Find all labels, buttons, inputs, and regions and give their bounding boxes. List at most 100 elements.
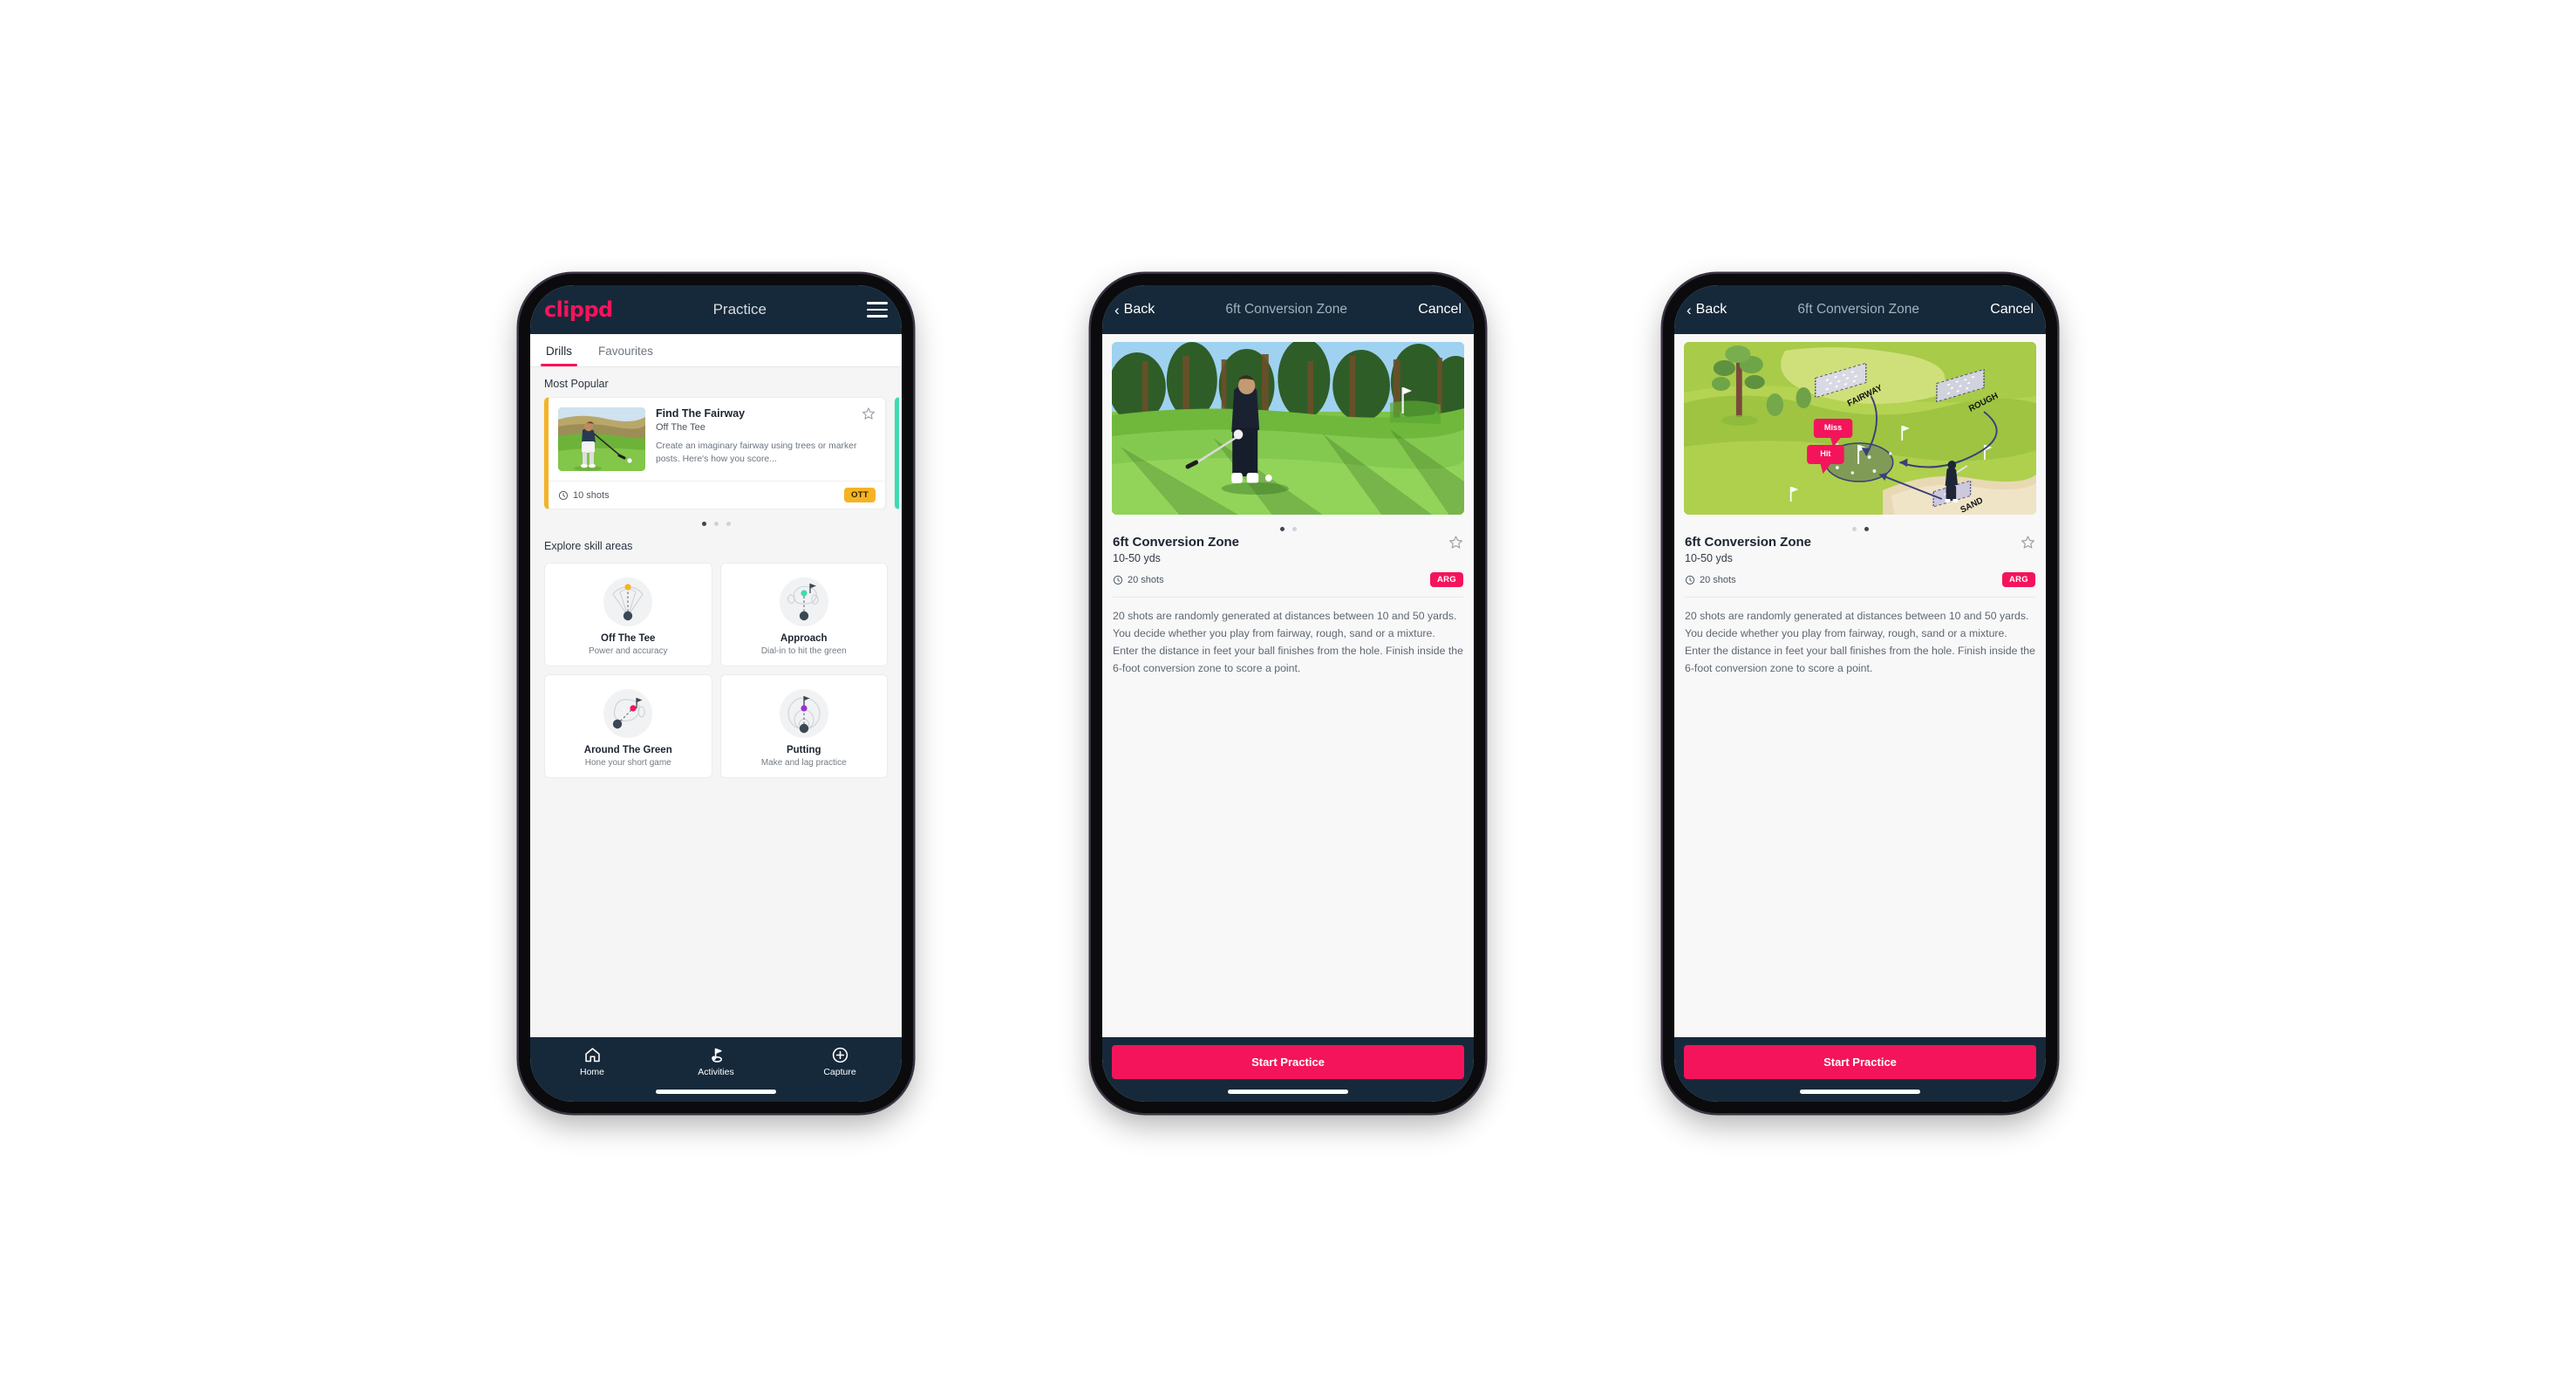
clock-icon <box>558 490 569 500</box>
home-indicator <box>656 1090 776 1094</box>
home-icon <box>584 1048 600 1062</box>
nav-label: Home <box>579 1067 604 1077</box>
most-popular-carousel[interactable]: Find The Fairway Off The Tee Create an i… <box>530 397 902 509</box>
pager-dot-1[interactable] <box>701 522 706 526</box>
hamburger-icon[interactable] <box>867 302 888 318</box>
svg-text:Miss: Miss <box>1824 423 1842 432</box>
skill-badge-ott: OTT <box>844 488 876 502</box>
svg-text:Hit: Hit <box>1820 449 1830 458</box>
skill-badge-arg: ARG <box>2001 572 2035 587</box>
drill-title: 6ft Conversion Zone <box>1113 535 1240 550</box>
phone-1-screen: clippd Practice Drills Favourites Most P… <box>530 285 902 1102</box>
detail-header: ‹ Back 6ft Conversion Zone Cancel <box>1674 285 2046 334</box>
drill-shots-label: 20 shots <box>1700 574 1736 585</box>
skill-desc: Dial-in to hit the green <box>760 646 847 656</box>
clock-icon <box>1685 575 1695 584</box>
drill-description: 20 shots are randomly generated at dista… <box>1113 610 1463 674</box>
back-button[interactable]: ‹ Back <box>1114 302 1155 318</box>
skill-areas-grid: Off The Tee Power and accuracy Approach … <box>530 559 902 789</box>
star-outline-icon[interactable] <box>862 407 876 420</box>
nav-item-home[interactable]: Home <box>530 1046 654 1077</box>
skill-name: Putting <box>786 745 821 755</box>
drill-description: 20 shots are randomly generated at dista… <box>1685 610 2035 674</box>
phone-2-screen: ‹ Back 6ft Conversion Zone Cancel 6ft Co… <box>1102 285 1474 1102</box>
detail-title: 6ft Conversion Zone <box>1797 302 1919 317</box>
nav-item-activities[interactable]: Activities <box>654 1046 778 1077</box>
skill-name: Off The Tee <box>601 633 656 644</box>
drill-shots-label: 20 shots <box>1128 574 1164 585</box>
phone-3-drill-detail-diagram: ‹ Back 6ft Conversion Zone Cancel FAIRWA… <box>1663 274 2057 1113</box>
skill-desc: Make and lag practice <box>760 758 847 768</box>
skill-badge-arg: ARG <box>1429 572 1463 587</box>
explore-skill-areas-label: Explore skill areas <box>544 540 633 552</box>
drill-card-subtitle: Off The Tee <box>656 422 705 433</box>
start-practice-button[interactable]: Start Practice <box>1112 1045 1464 1079</box>
pager-dot-3[interactable] <box>726 522 731 526</box>
star-outline-icon[interactable] <box>1448 535 1463 550</box>
page-title: Practice <box>712 301 767 318</box>
start-practice-button[interactable]: Start Practice <box>1684 1045 2036 1079</box>
media-pager[interactable] <box>1102 515 1474 535</box>
phone-2-drill-detail-photo: ‹ Back 6ft Conversion Zone Cancel 6ft Co… <box>1091 274 1485 1113</box>
skill-name: Around The Green <box>583 745 672 755</box>
back-button[interactable]: ‹ Back <box>1687 302 1727 318</box>
detail-scroll-area[interactable]: 6ft Conversion Zone 10-50 yds 20 shots A… <box>1102 334 1474 1037</box>
pager-dot-2[interactable] <box>1864 527 1869 531</box>
drill-shots: 20 shots <box>1685 575 1736 585</box>
chevron-left-icon: ‹ <box>1114 301 1120 318</box>
clippd-logo[interactable]: clippd <box>544 299 613 320</box>
drill-card-title: Find The Fairway <box>656 407 746 420</box>
cancel-button[interactable]: Cancel <box>1418 302 1462 318</box>
drill-shots: 20 shots <box>1113 575 1164 585</box>
drills-scroll-area[interactable]: Most Popular Find The Fairway Off The Te… <box>530 367 902 1037</box>
pager-dot-1[interactable] <box>1851 527 1857 531</box>
chip-around-green-icon <box>550 686 706 741</box>
phone-notch <box>1233 274 1343 284</box>
phone-notch <box>1805 274 1915 284</box>
clock-icon <box>1113 575 1123 584</box>
phone-1-drills-list: clippd Practice Drills Favourites Most P… <box>519 274 913 1113</box>
back-label: Back <box>1695 302 1728 317</box>
skill-card-approach[interactable]: Approach Dial-in to hit the green <box>719 563 888 666</box>
drill-shots-label: 10 shots <box>573 489 610 501</box>
detail-scroll-area[interactable]: FAIRWAY ROUGH SAND Miss Hit 6ft Conversi… <box>1674 334 2046 1037</box>
home-indicator <box>1228 1090 1348 1094</box>
skill-card-putting[interactable]: Putting Make and lag practice <box>719 674 888 778</box>
phone-notch <box>661 274 771 284</box>
approach-green-icon <box>726 574 883 630</box>
cancel-button[interactable]: Cancel <box>1990 302 2034 318</box>
pager-dot-1[interactable] <box>1279 527 1285 531</box>
drill-card-next-peek[interactable] <box>895 397 902 509</box>
plus-circle-icon <box>832 1047 848 1063</box>
back-label: Back <box>1123 302 1155 317</box>
home-indicator <box>1800 1090 1920 1094</box>
drill-thumbnail <box>558 407 645 471</box>
tee-shot-fan-icon <box>550 574 706 630</box>
tab-favourites[interactable]: Favourites <box>596 334 655 366</box>
nav-item-capture[interactable]: Capture <box>778 1046 902 1077</box>
carousel-pager[interactable] <box>530 509 902 530</box>
nav-label: Activities <box>698 1067 734 1077</box>
skill-card-off-the-tee[interactable]: Off The Tee Power and accuracy <box>544 563 712 666</box>
tab-bar: Drills Favourites <box>530 334 902 367</box>
pager-dot-2[interactable] <box>713 522 719 526</box>
drill-hero-photo[interactable] <box>1112 342 1464 515</box>
screenshot-stage: clippd Practice Drills Favourites Most P… <box>0 0 2576 1387</box>
putting-rings-icon <box>726 686 883 741</box>
media-pager[interactable] <box>1674 515 2046 535</box>
star-outline-icon[interactable] <box>2021 535 2035 550</box>
skill-desc: Power and accuracy <box>588 646 668 656</box>
drill-distance: 10-50 yds <box>1113 552 1161 564</box>
nav-label: Capture <box>823 1067 856 1077</box>
pager-dot-2[interactable] <box>1291 527 1297 531</box>
drill-shots: 10 shots <box>558 490 610 501</box>
drill-card-description: Create an imaginary fairway using trees … <box>656 441 857 465</box>
tab-drills[interactable]: Drills <box>541 334 577 366</box>
app-header: clippd Practice <box>530 285 902 334</box>
skill-card-around-the-green[interactable]: Around The Green Hone your short game <box>544 674 712 778</box>
detail-title: 6ft Conversion Zone <box>1225 302 1347 317</box>
most-popular-label: Most Popular <box>544 378 609 390</box>
drill-hero-diagram[interactable]: FAIRWAY ROUGH SAND Miss Hit <box>1684 342 2036 515</box>
drill-title: 6ft Conversion Zone <box>1685 535 1812 550</box>
drill-card[interactable]: Find The Fairway Off The Tee Create an i… <box>544 397 886 509</box>
